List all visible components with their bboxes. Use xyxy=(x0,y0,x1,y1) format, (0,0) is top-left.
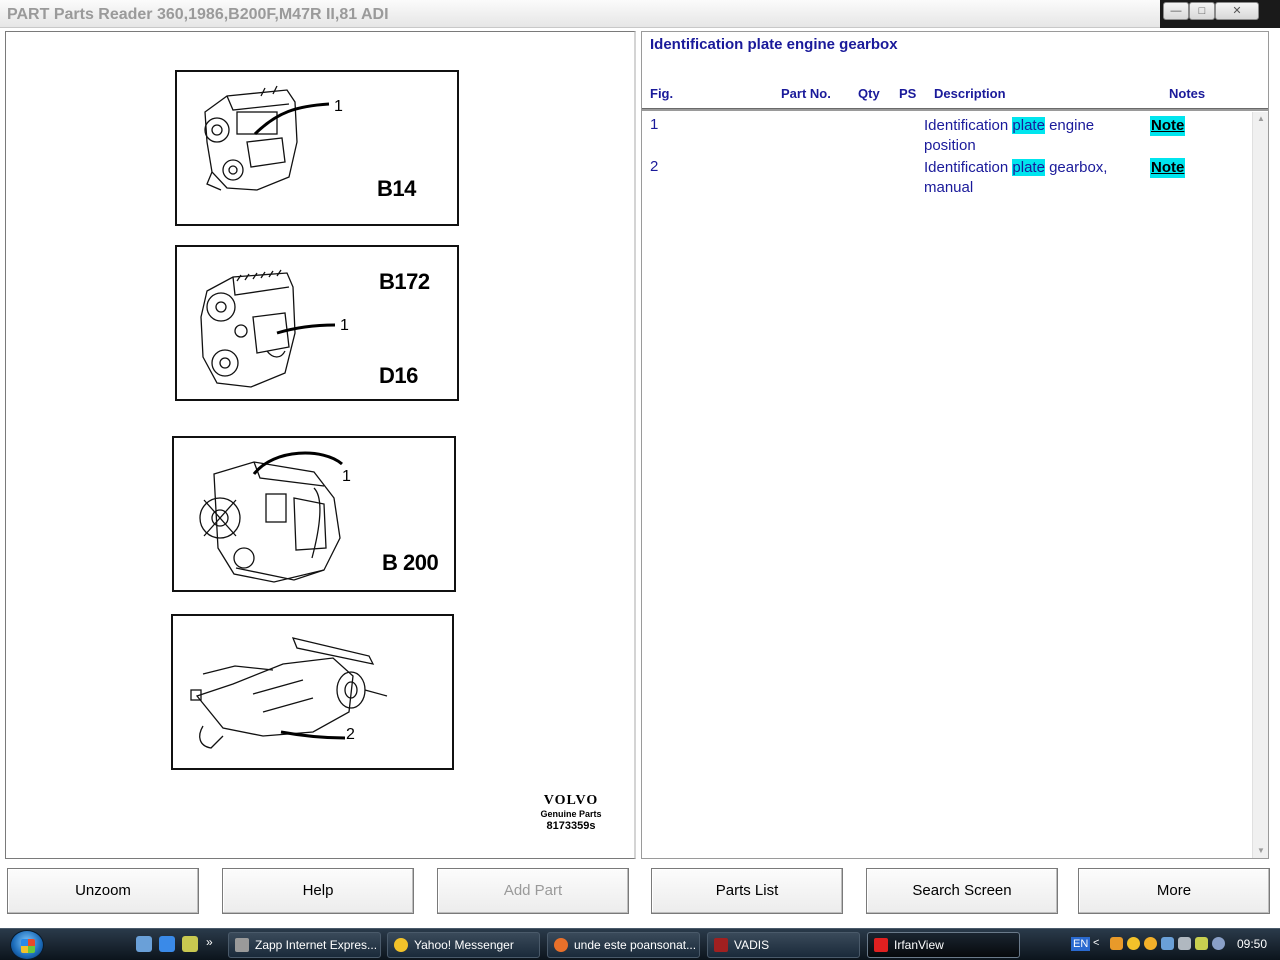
diagram-b14-code: B14 xyxy=(377,176,416,201)
diagram-b172-callout: 1 xyxy=(340,317,349,334)
header-divider xyxy=(642,108,1268,111)
table-row[interactable]: 2 Identification plate gearbox, manual N… xyxy=(642,158,1254,200)
task-label: unde este poansonat... xyxy=(574,938,697,952)
quicklaunch-more-icon[interactable]: » xyxy=(206,935,218,951)
task-firefox[interactable]: unde este poansonat... xyxy=(547,932,700,958)
search-highlight: plate xyxy=(1012,159,1045,176)
quicklaunch-desktop-icon[interactable] xyxy=(136,936,152,952)
start-button[interactable] xyxy=(10,930,44,960)
diagram-b172-code: B172 xyxy=(379,269,430,294)
task-yahoo[interactable]: Yahoo! Messenger xyxy=(387,932,540,958)
minimize-icon[interactable]: — xyxy=(1163,2,1189,20)
illustration-panel[interactable]: 1 B14 1 B172 D16 1 B 200 2 VOLVO Genuine… xyxy=(5,31,636,859)
row-description: Identification plate engine position xyxy=(924,116,1140,156)
windows-logo-icon xyxy=(21,939,35,953)
search-screen-button[interactable]: Search Screen xyxy=(866,868,1058,914)
note-link[interactable]: Note xyxy=(1150,158,1186,178)
tray-security-icon[interactable] xyxy=(1212,937,1225,950)
diagram-gearbox[interactable]: 2 xyxy=(171,614,454,770)
language-indicator[interactable]: EN xyxy=(1071,937,1091,951)
tray-power-icon[interactable] xyxy=(1195,937,1208,950)
quicklaunch-app-icon[interactable] xyxy=(182,936,198,952)
table-row[interactable]: 1 Identification plate engine position N… xyxy=(642,116,1254,158)
close-icon[interactable]: ✕ xyxy=(1215,2,1259,20)
parts-list[interactable]: 1 Identification plate engine position N… xyxy=(642,112,1254,858)
gearbox-drawing xyxy=(190,637,388,749)
window-controls: — □ ✕ xyxy=(1160,0,1280,28)
task-label: Yahoo! Messenger xyxy=(414,938,514,952)
diagram-b14[interactable]: 1 B14 xyxy=(175,70,459,226)
column-header-qty[interactable]: Qty xyxy=(858,86,880,101)
maximize-icon[interactable]: □ xyxy=(1189,2,1215,20)
column-header-ps[interactable]: PS xyxy=(899,86,916,101)
scroll-up-icon[interactable]: ▲ xyxy=(1253,112,1269,126)
vadis-icon xyxy=(714,938,728,952)
task-label: IrfanView xyxy=(894,938,944,952)
vertical-scrollbar[interactable]: ▲ ▼ xyxy=(1252,112,1268,858)
illustration-number: 8173359s xyxy=(546,820,596,832)
diagram-d16-code: D16 xyxy=(379,363,418,388)
tray-audio-icon[interactable] xyxy=(1178,937,1191,950)
description-text: Identification xyxy=(924,117,1013,134)
column-header-fig[interactable]: Fig. xyxy=(650,86,673,101)
genuine-parts-label: Genuine Parts xyxy=(540,809,602,819)
column-header-part-no[interactable]: Part No. xyxy=(781,86,831,101)
search-highlight: plate xyxy=(1012,117,1045,134)
task-vadis[interactable]: VADIS xyxy=(707,932,860,958)
diagram-b200-callout: 1 xyxy=(342,468,351,485)
scroll-down-icon[interactable]: ▼ xyxy=(1253,844,1269,858)
title-bar: PART Parts Reader 360,1986,B200F,M47R II… xyxy=(0,0,1280,28)
task-zapp[interactable]: Zapp Internet Expres... xyxy=(228,932,381,958)
tray-expand-icon[interactable]: < xyxy=(1093,937,1106,950)
task-label: Zapp Internet Expres... xyxy=(255,938,378,952)
task-irfanview[interactable]: IrfanView xyxy=(867,932,1020,958)
volvo-brand: VOLVO xyxy=(543,793,599,808)
note-link[interactable]: Note xyxy=(1150,116,1186,136)
column-header-description[interactable]: Description xyxy=(934,86,1006,101)
help-button[interactable]: Help xyxy=(222,868,414,914)
row-description: Identification plate gearbox, manual xyxy=(924,158,1140,198)
column-header-notes[interactable]: Notes xyxy=(1169,86,1205,101)
parts-list-button[interactable]: Parts List xyxy=(651,868,843,914)
more-button[interactable]: More xyxy=(1078,868,1270,914)
add-part-button[interactable]: Add Part xyxy=(437,868,629,914)
description-text: Identification xyxy=(924,159,1013,176)
zapp-icon xyxy=(235,938,249,952)
tray-smiley-icon[interactable] xyxy=(1144,937,1157,950)
diagram-b172-d16[interactable]: 1 B172 D16 xyxy=(175,245,459,401)
tray-network-icon[interactable] xyxy=(1161,937,1174,950)
task-label: VADIS xyxy=(734,938,770,952)
irfanview-icon xyxy=(874,938,888,952)
clock[interactable]: 09:50 xyxy=(1237,937,1267,951)
diagram-b200-code: B 200 xyxy=(382,550,439,575)
panel-title: Identification plate engine gearbox xyxy=(650,36,898,53)
unzoom-button[interactable]: Unzoom xyxy=(7,868,199,914)
parts-panel: Identification plate engine gearbox Fig.… xyxy=(641,31,1269,859)
taskbar: » Zapp Internet Expres... Yahoo! Messeng… xyxy=(0,928,1280,960)
tray-messenger-icon[interactable] xyxy=(1127,937,1140,950)
tray-app-icon[interactable] xyxy=(1110,937,1123,950)
diagram-gearbox-callout: 2 xyxy=(346,726,355,743)
firefox-icon xyxy=(554,938,568,952)
diagram-b200[interactable]: 1 B 200 xyxy=(172,436,456,592)
row-fig: 1 xyxy=(650,116,659,133)
yahoo-smiley-icon xyxy=(394,938,408,952)
volvo-logo: VOLVO Genuine Parts 8173359s xyxy=(538,793,604,832)
row-fig: 2 xyxy=(650,158,659,175)
diagram-b14-callout: 1 xyxy=(334,98,343,115)
window-title: PART Parts Reader 360,1986,B200F,M47R II… xyxy=(7,6,389,23)
quicklaunch-ie-icon[interactable] xyxy=(159,936,175,952)
